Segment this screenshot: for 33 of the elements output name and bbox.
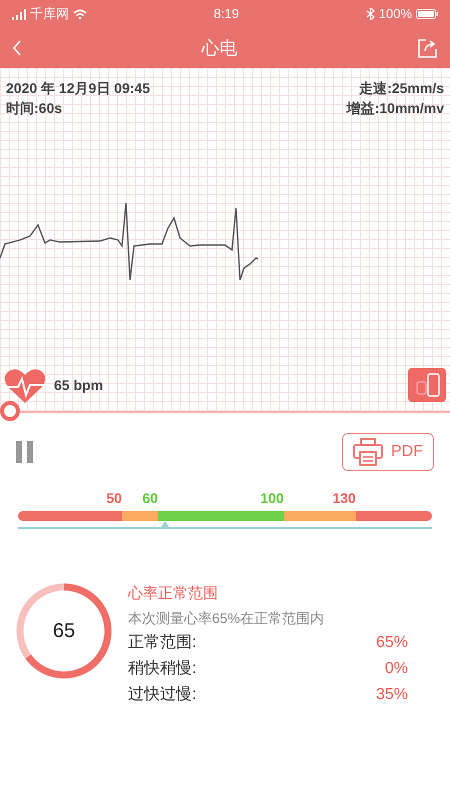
range-threshold: 50 (106, 489, 122, 508)
wifi-icon (73, 8, 87, 20)
stat-label: 过快过慢: (128, 684, 196, 704)
record-duration: 时间:60s (6, 99, 62, 118)
carrier-name: 千库网 (30, 5, 69, 24)
battery-icon (416, 9, 438, 19)
heart-rate-icon (4, 367, 46, 403)
range-threshold: 100 (260, 489, 284, 508)
ring-value: 65 (52, 621, 76, 641)
range-threshold: 130 (332, 489, 356, 508)
stat-label: 正常范围: (128, 632, 196, 652)
stat-value: 65% (376, 632, 408, 652)
pdf-button[interactable]: PDF (342, 433, 434, 471)
status-time: 8:19 (214, 5, 240, 24)
pause-button[interactable] (16, 441, 36, 463)
range-threshold: 60 (142, 489, 158, 508)
stat-value: 35% (376, 684, 408, 704)
device-icon[interactable] (408, 368, 446, 402)
stat-label: 稍快稍慢: (128, 658, 196, 678)
paper-speed: 走速:25mm/s (359, 79, 444, 98)
summary-title: 心率正常范围 (128, 584, 219, 604)
signal-icon (12, 8, 26, 20)
page-title: 心电 (202, 36, 238, 60)
gain-setting: 增益:10mm/mv (346, 99, 444, 118)
battery-percent: 100% (378, 5, 412, 24)
printer-icon (353, 438, 383, 466)
back-icon[interactable] (12, 40, 22, 56)
record-datetime: 2020 年 12月9日 09:45 (6, 79, 150, 98)
share-icon[interactable] (417, 38, 438, 58)
heart-rate-reading: 65 bpm (54, 376, 104, 395)
stat-value: 0% (384, 658, 408, 678)
summary-description: 本次测量心率65%在正常范围内 (128, 608, 326, 628)
bluetooth-icon (366, 8, 375, 20)
